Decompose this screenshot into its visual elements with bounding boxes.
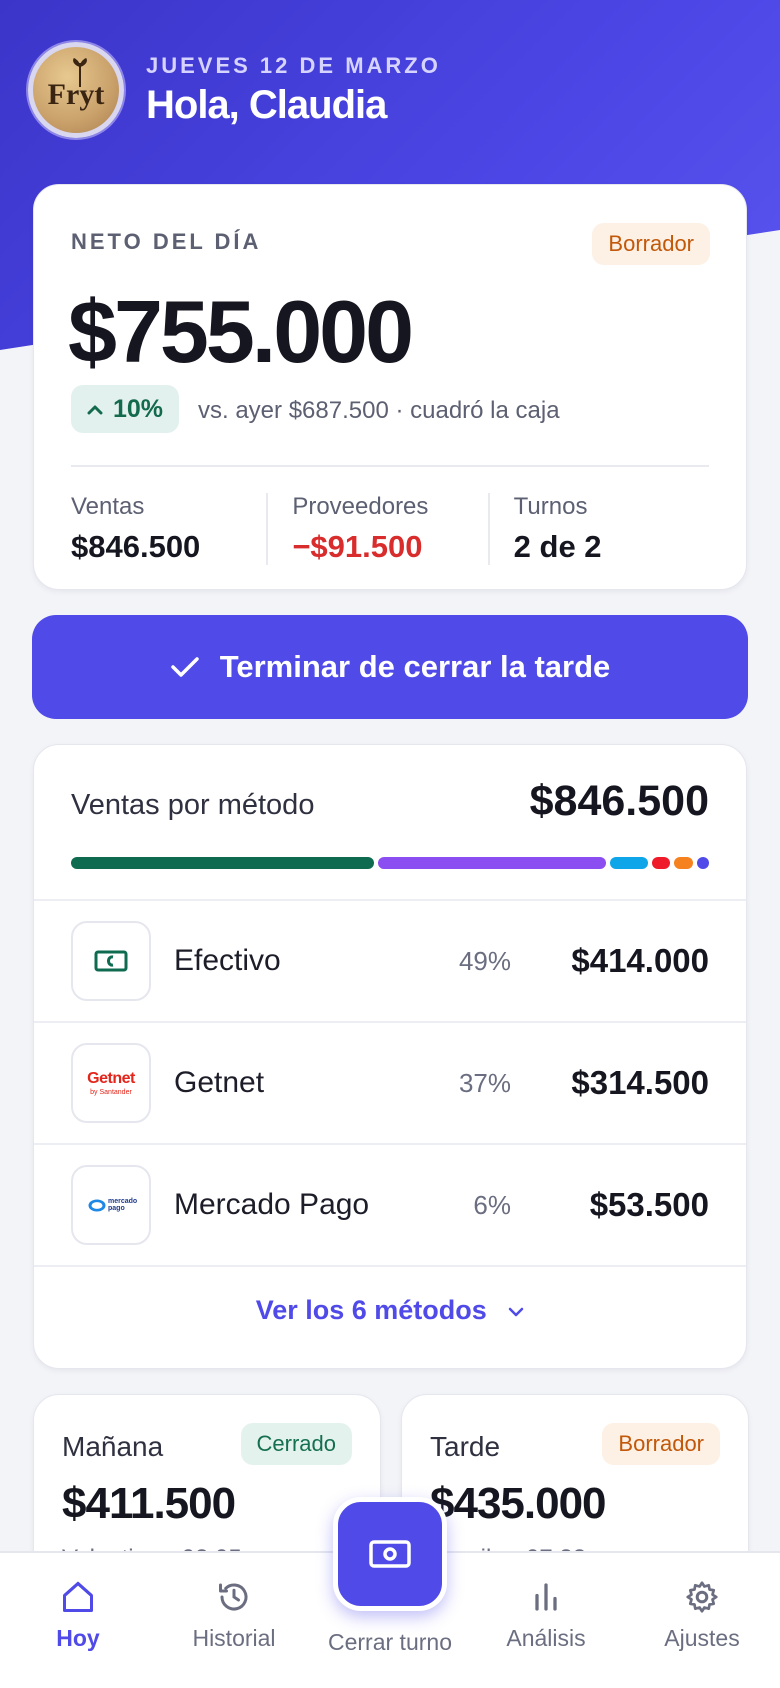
gear-icon — [686, 1581, 718, 1613]
net-label: NETO DEL DÍA — [71, 229, 262, 254]
close-shift-fab[interactable] — [333, 1497, 447, 1611]
see-all-label: Ver los 6 métodos — [255, 1295, 487, 1325]
getnet-logo-subtext: by Santander — [90, 1088, 132, 1096]
tab-label: Historial — [192, 1625, 276, 1651]
bar-chart-icon — [535, 1583, 557, 1611]
home-icon — [63, 1581, 93, 1612]
net-amount: $755.000 — [68, 282, 414, 381]
method-row-cash[interactable]: Efectivo 49% $414.000 — [34, 899, 746, 1021]
check-icon — [170, 657, 199, 677]
method-name: Getnet — [174, 1066, 265, 1099]
status-badge: Cerrado — [240, 1423, 352, 1465]
stat-suppliers: Proveedores −$91.500 — [266, 493, 487, 565]
method-share-segment — [610, 857, 648, 869]
date-label: JUEVES 12 DE MARZO — [146, 52, 441, 78]
tab-label: Hoy — [56, 1625, 100, 1651]
method-share-segment — [674, 857, 693, 869]
method-share-bar — [71, 857, 709, 869]
method-name: Efectivo — [174, 944, 281, 977]
stat-label: Ventas — [71, 493, 145, 520]
stat-sales: Ventas $846.500 — [71, 493, 266, 565]
mercado-pago-logo-text: mercado pago — [108, 1198, 138, 1212]
tab-label: Ajustes — [664, 1625, 740, 1651]
wheat-icon — [73, 58, 87, 87]
see-all-methods-link[interactable]: Ver los 6 métodos — [34, 1295, 746, 1326]
mercado-pago-logo: mercado pago — [71, 1165, 151, 1245]
methods-title: Ventas por método — [71, 789, 315, 821]
tab-label: Análisis — [506, 1625, 586, 1651]
tab-hoy[interactable]: Hoy — [0, 1553, 156, 1688]
delta-badge: 10% — [71, 385, 180, 433]
stat-value: −$91.500 — [292, 529, 423, 564]
tab-historial[interactable]: Historial — [156, 1553, 312, 1688]
tab-analisis[interactable]: Análisis — [468, 1553, 624, 1688]
stat-label: Proveedores — [292, 493, 429, 520]
cash-icon — [71, 921, 151, 1001]
method-amount: $314.500 — [571, 1064, 709, 1101]
stat-value: 2 de 2 — [513, 529, 602, 564]
method-share-segment — [696, 857, 709, 869]
shift-amount: $435.000 — [430, 1479, 607, 1528]
method-amount: $414.000 — [571, 942, 709, 979]
stat-shifts: Turnos 2 de 2 — [487, 493, 709, 565]
method-percent: 6% — [473, 1189, 511, 1220]
getnet-logo-text: Getnet — [87, 1069, 135, 1087]
business-logo[interactable]: Fryt — [28, 42, 124, 138]
divider — [71, 465, 709, 467]
method-name: Mercado Pago — [174, 1188, 370, 1221]
method-share-segment — [71, 857, 374, 869]
sales-by-method-card: Ventas por método $846.500 Efectivo 49% … — [33, 744, 747, 1369]
handshake-icon — [88, 1199, 106, 1211]
getnet-logo: Getnet by Santander — [71, 1043, 151, 1123]
divider — [34, 1265, 746, 1267]
shift-amount: $411.500 — [62, 1479, 236, 1528]
comparison-text: vs. ayer $687.500 · cuadró la caja — [198, 397, 560, 424]
method-row-getnet[interactable]: Getnet by Santander Getnet 37% $314.500 — [34, 1021, 746, 1143]
method-percent: 49% — [458, 945, 511, 976]
shift-name: Mañana — [62, 1431, 164, 1462]
chevron-up-icon — [87, 405, 103, 415]
status-badge: Borrador — [592, 223, 710, 265]
stat-value: $846.500 — [71, 529, 201, 564]
finish-closing-label: Terminar de cerrar la tarde — [219, 649, 611, 684]
greeting: Hola, Claudia — [146, 82, 387, 127]
history-icon — [219, 1583, 248, 1611]
shift-name: Tarde — [430, 1431, 501, 1462]
stat-label: Turnos — [513, 493, 588, 520]
method-row-mercado-pago[interactable]: mercado pago Mercado Pago 6% $53.500 — [34, 1143, 746, 1265]
tab-ajustes[interactable]: Ajustes — [624, 1553, 780, 1688]
header: Fryt JUEVES 12 DE MARZO Hola, Claudia — [28, 42, 441, 138]
method-share-segment — [651, 857, 671, 869]
method-share-segment — [377, 857, 607, 869]
method-amount: $53.500 — [589, 1186, 709, 1223]
method-percent: 37% — [458, 1067, 511, 1098]
finish-closing-button[interactable]: Terminar de cerrar la tarde — [32, 615, 748, 719]
delta-value: 10% — [113, 394, 164, 423]
methods-total: $846.500 — [529, 777, 709, 825]
tab-cerrar-turno-label[interactable]: Cerrar turno — [300, 1629, 480, 1656]
cash-icon — [369, 1540, 411, 1568]
chevron-down-icon — [509, 1307, 524, 1317]
stats-row: Ventas $846.500 Proveedores −$91.500 Tur… — [71, 493, 709, 565]
status-badge: Borrador — [602, 1423, 720, 1465]
net-summary-card: NETO DEL DÍA Borrador $755.000 10% vs. a… — [33, 184, 747, 590]
